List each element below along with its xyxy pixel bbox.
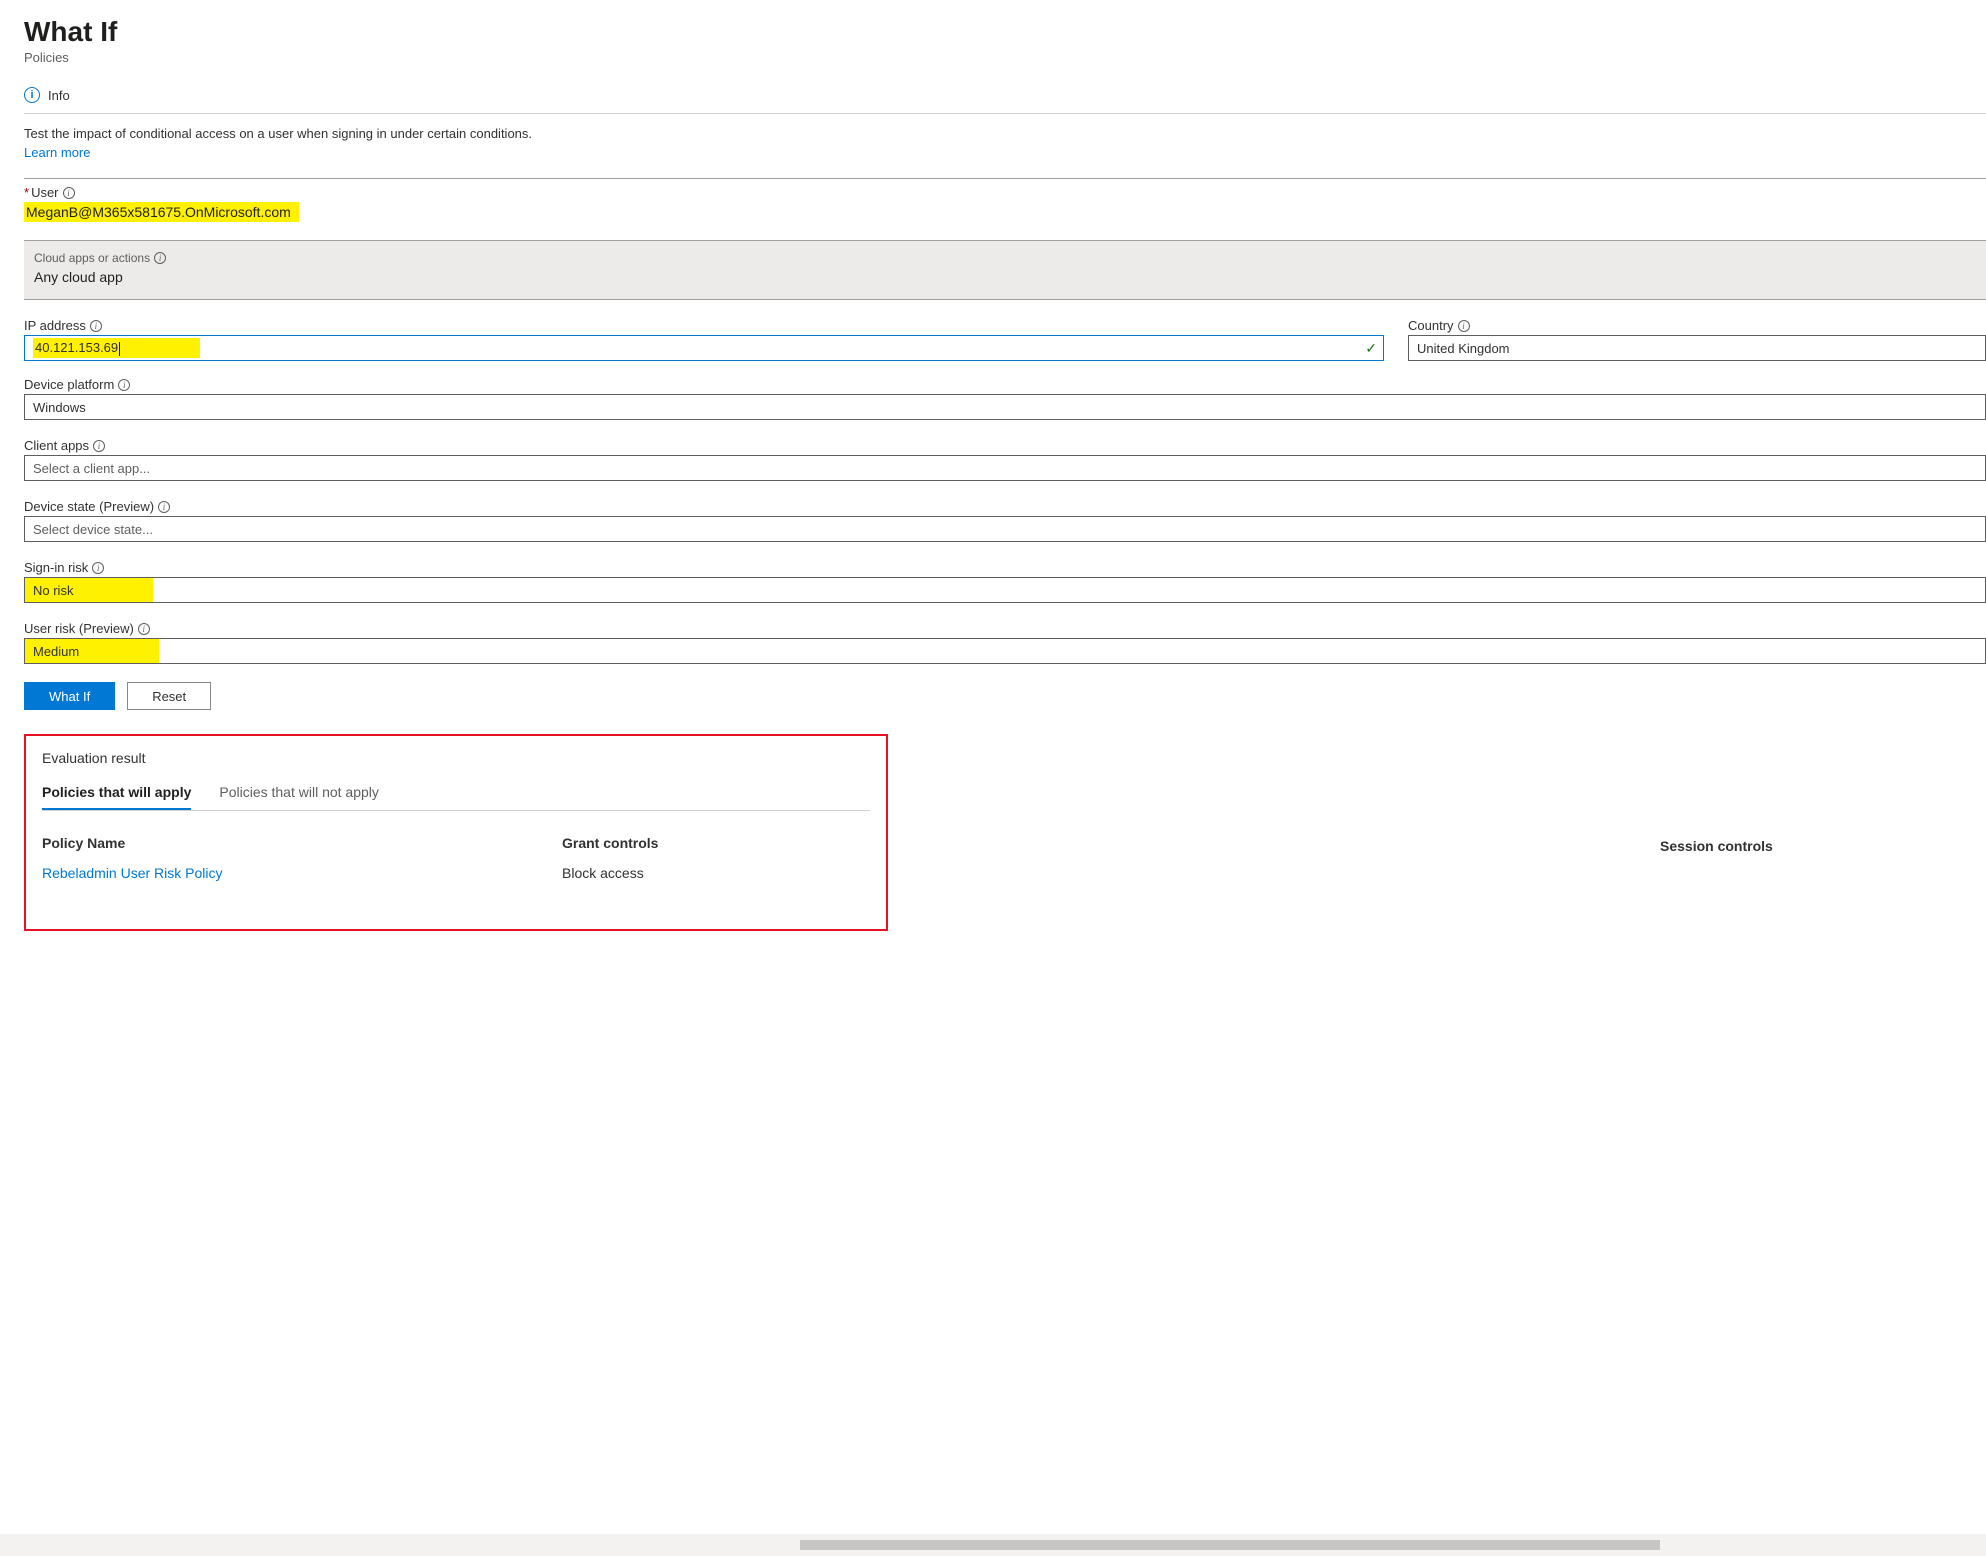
- info-icon[interactable]: i: [90, 320, 102, 332]
- device-state-select[interactable]: Select device state...: [24, 516, 1986, 542]
- scrollbar-thumb[interactable]: [800, 1540, 1660, 1550]
- whatif-button[interactable]: What If: [24, 682, 115, 710]
- evaluation-result: Evaluation result Policies that will app…: [24, 734, 888, 931]
- user-risk-label: User risk (Preview): [24, 621, 134, 636]
- intro-text: Test the impact of conditional access on…: [24, 126, 1986, 141]
- info-icon[interactable]: i: [92, 562, 104, 574]
- grant-controls-value: Block access: [562, 865, 870, 881]
- user-label: User: [31, 185, 58, 200]
- signin-risk-select[interactable]: No risk: [24, 577, 1986, 603]
- page-title: What If: [24, 16, 1986, 48]
- info-button[interactable]: Info: [48, 88, 70, 103]
- info-icon: i: [24, 87, 40, 103]
- country-label: Country: [1408, 318, 1454, 333]
- user-risk-select[interactable]: Medium: [24, 638, 1986, 664]
- ip-address-input[interactable]: 40.121.153.69 ✓: [24, 335, 1384, 361]
- info-icon[interactable]: i: [138, 623, 150, 635]
- required-indicator: *: [24, 185, 29, 200]
- info-icon[interactable]: i: [1458, 320, 1470, 332]
- col-policy-name: Policy Name: [42, 835, 562, 851]
- learn-more-link[interactable]: Learn more: [24, 145, 90, 160]
- device-platform-label: Device platform: [24, 377, 114, 392]
- client-apps-select[interactable]: Select a client app...: [24, 455, 1986, 481]
- info-icon[interactable]: i: [118, 379, 130, 391]
- ip-address-label: IP address: [24, 318, 86, 333]
- col-grant-controls: Grant controls: [562, 835, 870, 851]
- user-field: * User i MeganB@M365x581675.OnMicrosoft.…: [24, 185, 1986, 222]
- tab-policies-not-apply[interactable]: Policies that will not apply: [219, 780, 379, 810]
- command-bar: i Info: [24, 79, 1986, 114]
- cloud-apps-value: Any cloud app: [34, 269, 1986, 285]
- signin-risk-label: Sign-in risk: [24, 560, 88, 575]
- info-icon[interactable]: i: [63, 187, 75, 199]
- info-icon[interactable]: i: [93, 440, 105, 452]
- check-icon: ✓: [1365, 340, 1377, 357]
- result-title: Evaluation result: [42, 750, 870, 766]
- table-row: Rebeladmin User Risk Policy Block access: [42, 857, 870, 889]
- device-platform-select[interactable]: Windows: [24, 394, 1986, 420]
- cloud-apps-label: Cloud apps or actions: [34, 251, 150, 265]
- tab-policies-apply[interactable]: Policies that will apply: [42, 780, 191, 810]
- device-state-label: Device state (Preview): [24, 499, 154, 514]
- cloud-apps-field[interactable]: Cloud apps or actions i Any cloud app: [24, 240, 1986, 300]
- info-icon[interactable]: i: [154, 252, 166, 264]
- breadcrumb[interactable]: Policies: [24, 50, 1986, 65]
- user-value[interactable]: MeganB@M365x581675.OnMicrosoft.com: [24, 202, 299, 222]
- info-icon[interactable]: i: [158, 501, 170, 513]
- policy-name-link[interactable]: Rebeladmin User Risk Policy: [42, 865, 562, 881]
- client-apps-label: Client apps: [24, 438, 89, 453]
- reset-button[interactable]: Reset: [127, 682, 211, 710]
- country-select[interactable]: United Kingdom: [1408, 335, 1986, 361]
- col-session-controls: Session controls: [1660, 838, 1773, 854]
- result-table-header: Policy Name Grant controls: [42, 829, 870, 857]
- footer-bar: [0, 1534, 1986, 1556]
